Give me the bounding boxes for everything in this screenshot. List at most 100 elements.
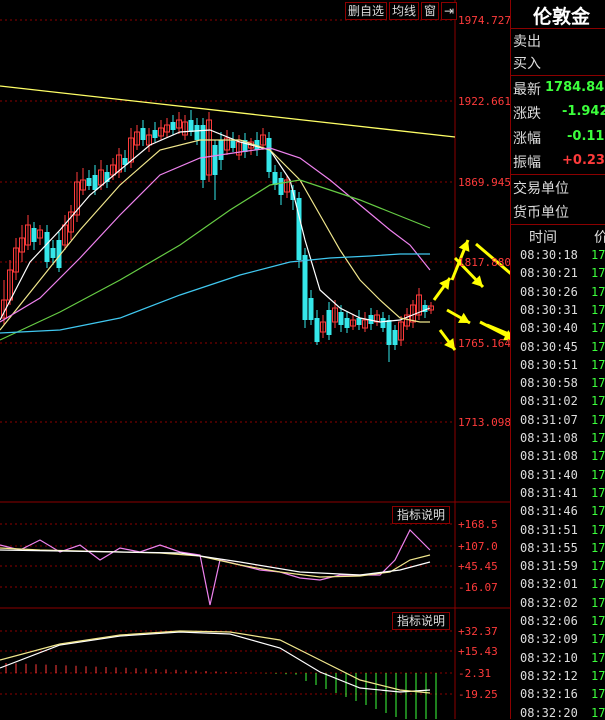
tick-time: 08:32:01	[520, 577, 578, 592]
price-axis-label: 1765.164	[458, 337, 511, 350]
tick-time: 08:31:08	[520, 449, 578, 464]
tick-price: 1784	[591, 266, 605, 281]
pct-label: 涨幅	[513, 131, 541, 147]
candle-body	[86, 178, 92, 186]
tick-time: 08:30:58	[520, 376, 578, 391]
candle-body	[200, 125, 206, 180]
tick-time: 08:32:09	[520, 632, 578, 647]
tick-price: 1784	[591, 668, 605, 683]
time-header: 时间	[529, 230, 557, 246]
tick-time: 08:31:41	[520, 485, 578, 500]
change-value: -1.942	[562, 104, 605, 119]
trend-line	[0, 85, 456, 138]
candle-body	[50, 248, 56, 258]
tick-price: 1784	[591, 431, 605, 445]
tick-price: 1784	[591, 485, 605, 500]
indicator1-axis-label: +168.5	[458, 518, 498, 531]
tick-time: 08:32:10	[520, 650, 578, 665]
exit-icon[interactable]: ⇥	[441, 2, 458, 20]
annotation-arrowhead	[439, 278, 450, 290]
candle-body	[170, 122, 176, 130]
candle-body	[338, 312, 344, 325]
currency-unit-label: 货币单位	[513, 205, 569, 221]
indicator2-axis-label: +32.37	[458, 625, 498, 638]
tick-price: 1784	[591, 577, 605, 592]
candle-body	[44, 232, 50, 262]
candle-body	[31, 228, 37, 242]
tick-time: 08:31:02	[520, 394, 578, 409]
tick-time: 08:32:06	[520, 614, 578, 628]
tick-price: 1784	[591, 522, 605, 537]
tick-time: 08:32:12	[520, 668, 578, 683]
candle-body	[380, 318, 386, 328]
pct-value: -0.11%	[567, 129, 605, 144]
latest-label: 最新	[513, 82, 541, 98]
chart-toolbar: 删自选 均线 窗 ⇥	[345, 2, 458, 20]
amplitude-value: +0.23%	[562, 153, 605, 168]
tick-time: 08:31:08	[520, 431, 578, 445]
indicator2-axis-label: +15.43	[458, 645, 498, 658]
tick-price: 1784	[591, 540, 605, 555]
candle-body	[386, 320, 392, 345]
tick-price: 1784	[591, 302, 605, 317]
price-axis-label: 1817.880	[458, 256, 511, 269]
candle-body	[344, 318, 350, 328]
indicator-help-button[interactable]: 指标说明	[392, 506, 451, 524]
amplitude-label: 振幅	[513, 155, 541, 171]
tick-time: 08:30:45	[520, 339, 578, 354]
indicator-help-button[interactable]: 指标说明	[392, 612, 451, 630]
candle-body	[152, 130, 158, 138]
tick-price: 1784	[591, 284, 605, 299]
tick-time: 08:30:26	[520, 284, 578, 299]
price-header: 价格	[594, 230, 605, 246]
tick-time: 08:32:16	[520, 687, 578, 702]
indicator2-axis-label: -19.25	[458, 688, 498, 701]
tick-time: 08:30:31	[520, 302, 578, 317]
moving-average-button[interactable]: 均线	[389, 2, 420, 20]
price-axis-label: 1713.098	[458, 416, 511, 429]
divider	[510, 174, 605, 175]
tick-time: 08:32:20	[520, 705, 578, 720]
indicator1-axis-label: +107.0	[458, 540, 498, 553]
indicator-line	[0, 547, 431, 578]
candle-body	[230, 140, 236, 148]
candle-body	[356, 318, 362, 325]
divider	[510, 28, 605, 29]
candle-body	[140, 128, 146, 140]
candle-body	[302, 255, 308, 320]
candle-body	[188, 120, 194, 132]
tick-time: 08:32:02	[520, 595, 578, 610]
tick-time: 08:30:40	[520, 321, 578, 336]
tick-price: 1784	[591, 504, 605, 519]
tick-time: 08:31:46	[520, 504, 578, 519]
tick-price: 1784	[591, 614, 605, 628]
tick-time: 08:31:59	[520, 559, 578, 574]
candle-body	[278, 178, 284, 195]
tick-price: 1784	[591, 394, 605, 409]
tick-price: 1784	[591, 248, 605, 262]
tick-price: 1784	[591, 412, 605, 427]
tick-price: 1784	[591, 376, 605, 391]
tick-time: 08:31:51	[520, 522, 578, 537]
tick-price: 1784	[591, 321, 605, 336]
candle-body	[218, 140, 224, 160]
tick-price: 1784	[591, 357, 605, 372]
tick-time: 08:31:07	[520, 412, 578, 427]
window-button[interactable]: 窗	[421, 2, 440, 20]
candle-body	[266, 138, 272, 172]
delete-watchlist-button[interactable]: 删自选	[345, 2, 388, 20]
candle-body	[92, 175, 98, 190]
tick-time: 08:31:55	[520, 540, 578, 555]
tick-time: 08:30:21	[520, 266, 578, 281]
tick-price: 1784	[591, 632, 605, 647]
latest-value: 1784.847	[545, 80, 605, 95]
indicator1-axis-label: +45.45	[458, 560, 498, 573]
tick-price: 1784	[591, 467, 605, 482]
tick-price: 1784	[591, 705, 605, 720]
candle-body	[212, 145, 218, 175]
tick-price: 1784	[591, 339, 605, 354]
change-label: 涨跌	[513, 106, 541, 122]
sell-label: 卖出	[513, 34, 541, 50]
indicator-line	[0, 549, 431, 576]
divider	[510, 75, 605, 76]
